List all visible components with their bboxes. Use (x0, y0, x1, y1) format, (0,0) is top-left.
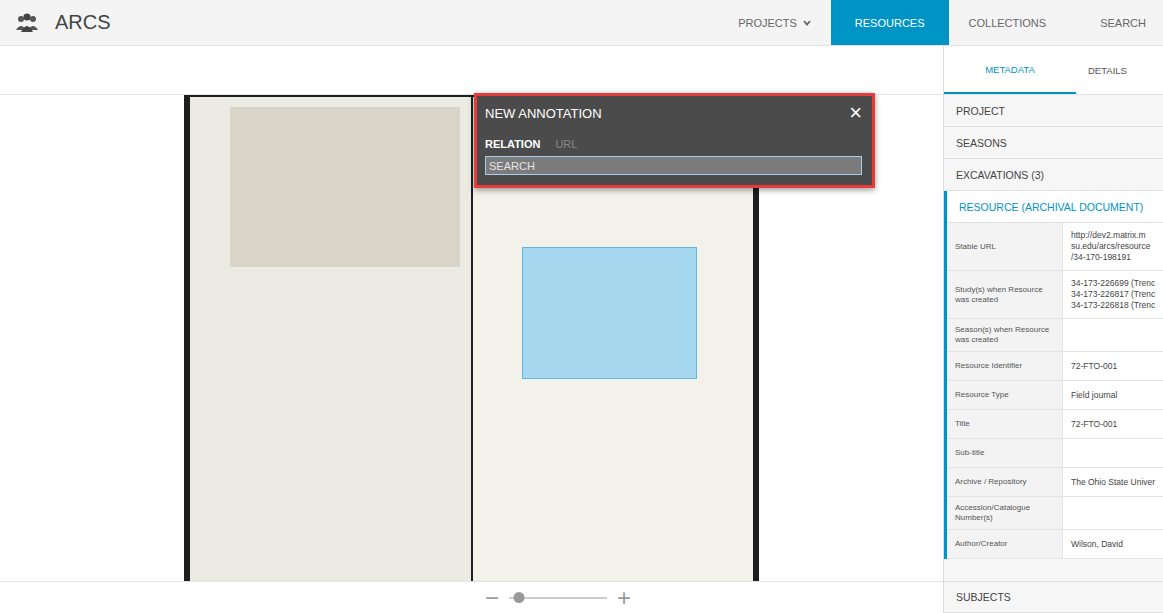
main-nav: PROJECTS RESOURCES COLLECTIONS SEARCH (718, 0, 1163, 45)
field-label: Title (947, 410, 1063, 438)
section-header[interactable]: RESOURCE (ARCHIVAL DOCUMENT) (947, 191, 1163, 223)
field-label: Accession/Catalogue Number(s) (947, 497, 1063, 529)
field-row: Stable URL http://dev2.matrix.msu.edu/ar… (947, 223, 1163, 271)
dialog-tab[interactable]: RELATION (485, 138, 540, 150)
field-value-line: Wilson, David (1071, 539, 1163, 550)
nav-item[interactable]: RESOURCES (831, 0, 949, 45)
field-row: Title 72-FTO-001 (947, 410, 1163, 439)
nav-item[interactable]: SEARCH (1066, 0, 1163, 45)
field-row: Study(s) when Resource was created 34-17… (947, 271, 1163, 319)
field-value: http://dev2.matrix.msu.edu/arcs/resource… (1063, 223, 1163, 270)
field-row: Author/Creator Wilson, David (947, 530, 1163, 559)
field-label: Stable URL (947, 223, 1063, 270)
field-value: 34-173-226699 (Trenc34-173-226817 (Trenc… (1063, 271, 1163, 318)
field-row: Resource Type Field journal (947, 381, 1163, 410)
field-row: Season(s) when Resource was created (947, 319, 1163, 352)
panel-tab[interactable]: METADATA (944, 46, 1076, 94)
scan-left-page (190, 97, 471, 581)
viewer-toolbar (0, 46, 943, 95)
panel-tabs: METADATADETAILS (944, 46, 1163, 95)
people-logo-icon (15, 12, 39, 34)
new-annotation-dialog: NEW ANNOTATION × RELATION URL (474, 93, 875, 188)
field-value-line: 34-173-226699 (Trenc (1071, 278, 1163, 289)
field-row: Accession/Catalogue Number(s) (947, 497, 1163, 530)
body: − + NEW ANNOTATION × RELATION URL METADAT… (0, 46, 1163, 613)
zoom-slider[interactable] (509, 597, 607, 599)
field-value: Field journal (1063, 381, 1163, 409)
field-value-line: 34-173-226817 (Trenc (1071, 289, 1163, 300)
field-value-line: /34-170-198191 (1071, 252, 1163, 263)
field-value-line: The Ohio State Univer (1071, 477, 1163, 488)
field-row: Archive / Repository The Ohio State Univ… (947, 468, 1163, 497)
field-value-line: http://dev2.matrix.m (1071, 230, 1163, 241)
zoom-out-button[interactable]: − (485, 586, 499, 610)
field-value: The Ohio State Univer (1063, 468, 1163, 496)
dialog-tab[interactable]: URL (555, 138, 577, 150)
chevron-down-icon (803, 20, 811, 26)
annotation-region[interactable] (522, 247, 697, 379)
field-value (1063, 439, 1163, 467)
field-label: Season(s) when Resource was created (947, 319, 1063, 351)
zoom-control: − + (485, 586, 631, 610)
field-value (1063, 497, 1163, 529)
field-label: Resource Identifier (947, 352, 1063, 380)
top-bar: ARCS PROJECTS RESOURCES COLLECTIONS SEAR… (0, 0, 1163, 46)
section-header[interactable]: SEASONS (944, 127, 1163, 159)
dialog-header: NEW ANNOTATION × (485, 102, 862, 124)
field-label: Sub-title (947, 439, 1063, 467)
zoom-slider-knob[interactable] (513, 592, 524, 603)
field-label: Study(s) when Resource was created (947, 271, 1063, 318)
field-row: Sub-title (947, 439, 1163, 468)
field-value-line: 34-173-226818 (Trenc (1071, 300, 1163, 311)
nav-item[interactable]: COLLECTIONS (949, 0, 1067, 45)
field-label: Archive / Repository (947, 468, 1063, 496)
logo-text: ARCS (55, 11, 111, 34)
zoom-bar: − + (0, 581, 943, 613)
field-label: Resource Type (947, 381, 1063, 409)
nav-item[interactable]: PROJECTS (718, 0, 831, 45)
field-value: 72-FTO-001 (1063, 410, 1163, 438)
zoom-in-button[interactable]: + (617, 586, 631, 610)
app: ARCS PROJECTS RESOURCES COLLECTIONS SEAR… (0, 0, 1163, 613)
resource-section: RESOURCE (ARCHIVAL DOCUMENT) Stable URL … (944, 191, 1163, 559)
dialog-tabs: RELATION URL (485, 138, 862, 150)
field-value-line: su.edu/arcs/resource (1071, 241, 1163, 252)
field-value-line: Field journal (1071, 390, 1163, 401)
brand[interactable]: ARCS (0, 0, 111, 45)
metadata-panel: METADATADETAILS PROJECTSEASONSEXCAVATION… (943, 46, 1163, 613)
field-row: Resource Identifier 72-FTO-001 (947, 352, 1163, 381)
close-button[interactable]: × (849, 102, 862, 124)
viewer-area: − + NEW ANNOTATION × RELATION URL (0, 46, 943, 613)
field-value-line: 72-FTO-001 (1071, 419, 1163, 430)
field-value (1063, 319, 1163, 351)
section-header[interactable]: SUBJECTS (944, 581, 1163, 613)
field-value: 72-FTO-001 (1063, 352, 1163, 380)
section-header[interactable]: EXCAVATIONS (3) (944, 159, 1163, 191)
panel-tab[interactable]: DETAILS (1076, 46, 1139, 94)
section-header[interactable]: PROJECT (944, 95, 1163, 127)
dialog-title: NEW ANNOTATION (485, 106, 602, 121)
field-value: Wilson, David (1063, 530, 1163, 558)
field-label: Author/Creator (947, 530, 1063, 558)
field-value-line: 72-FTO-001 (1071, 361, 1163, 372)
relation-search-input[interactable] (485, 156, 862, 175)
